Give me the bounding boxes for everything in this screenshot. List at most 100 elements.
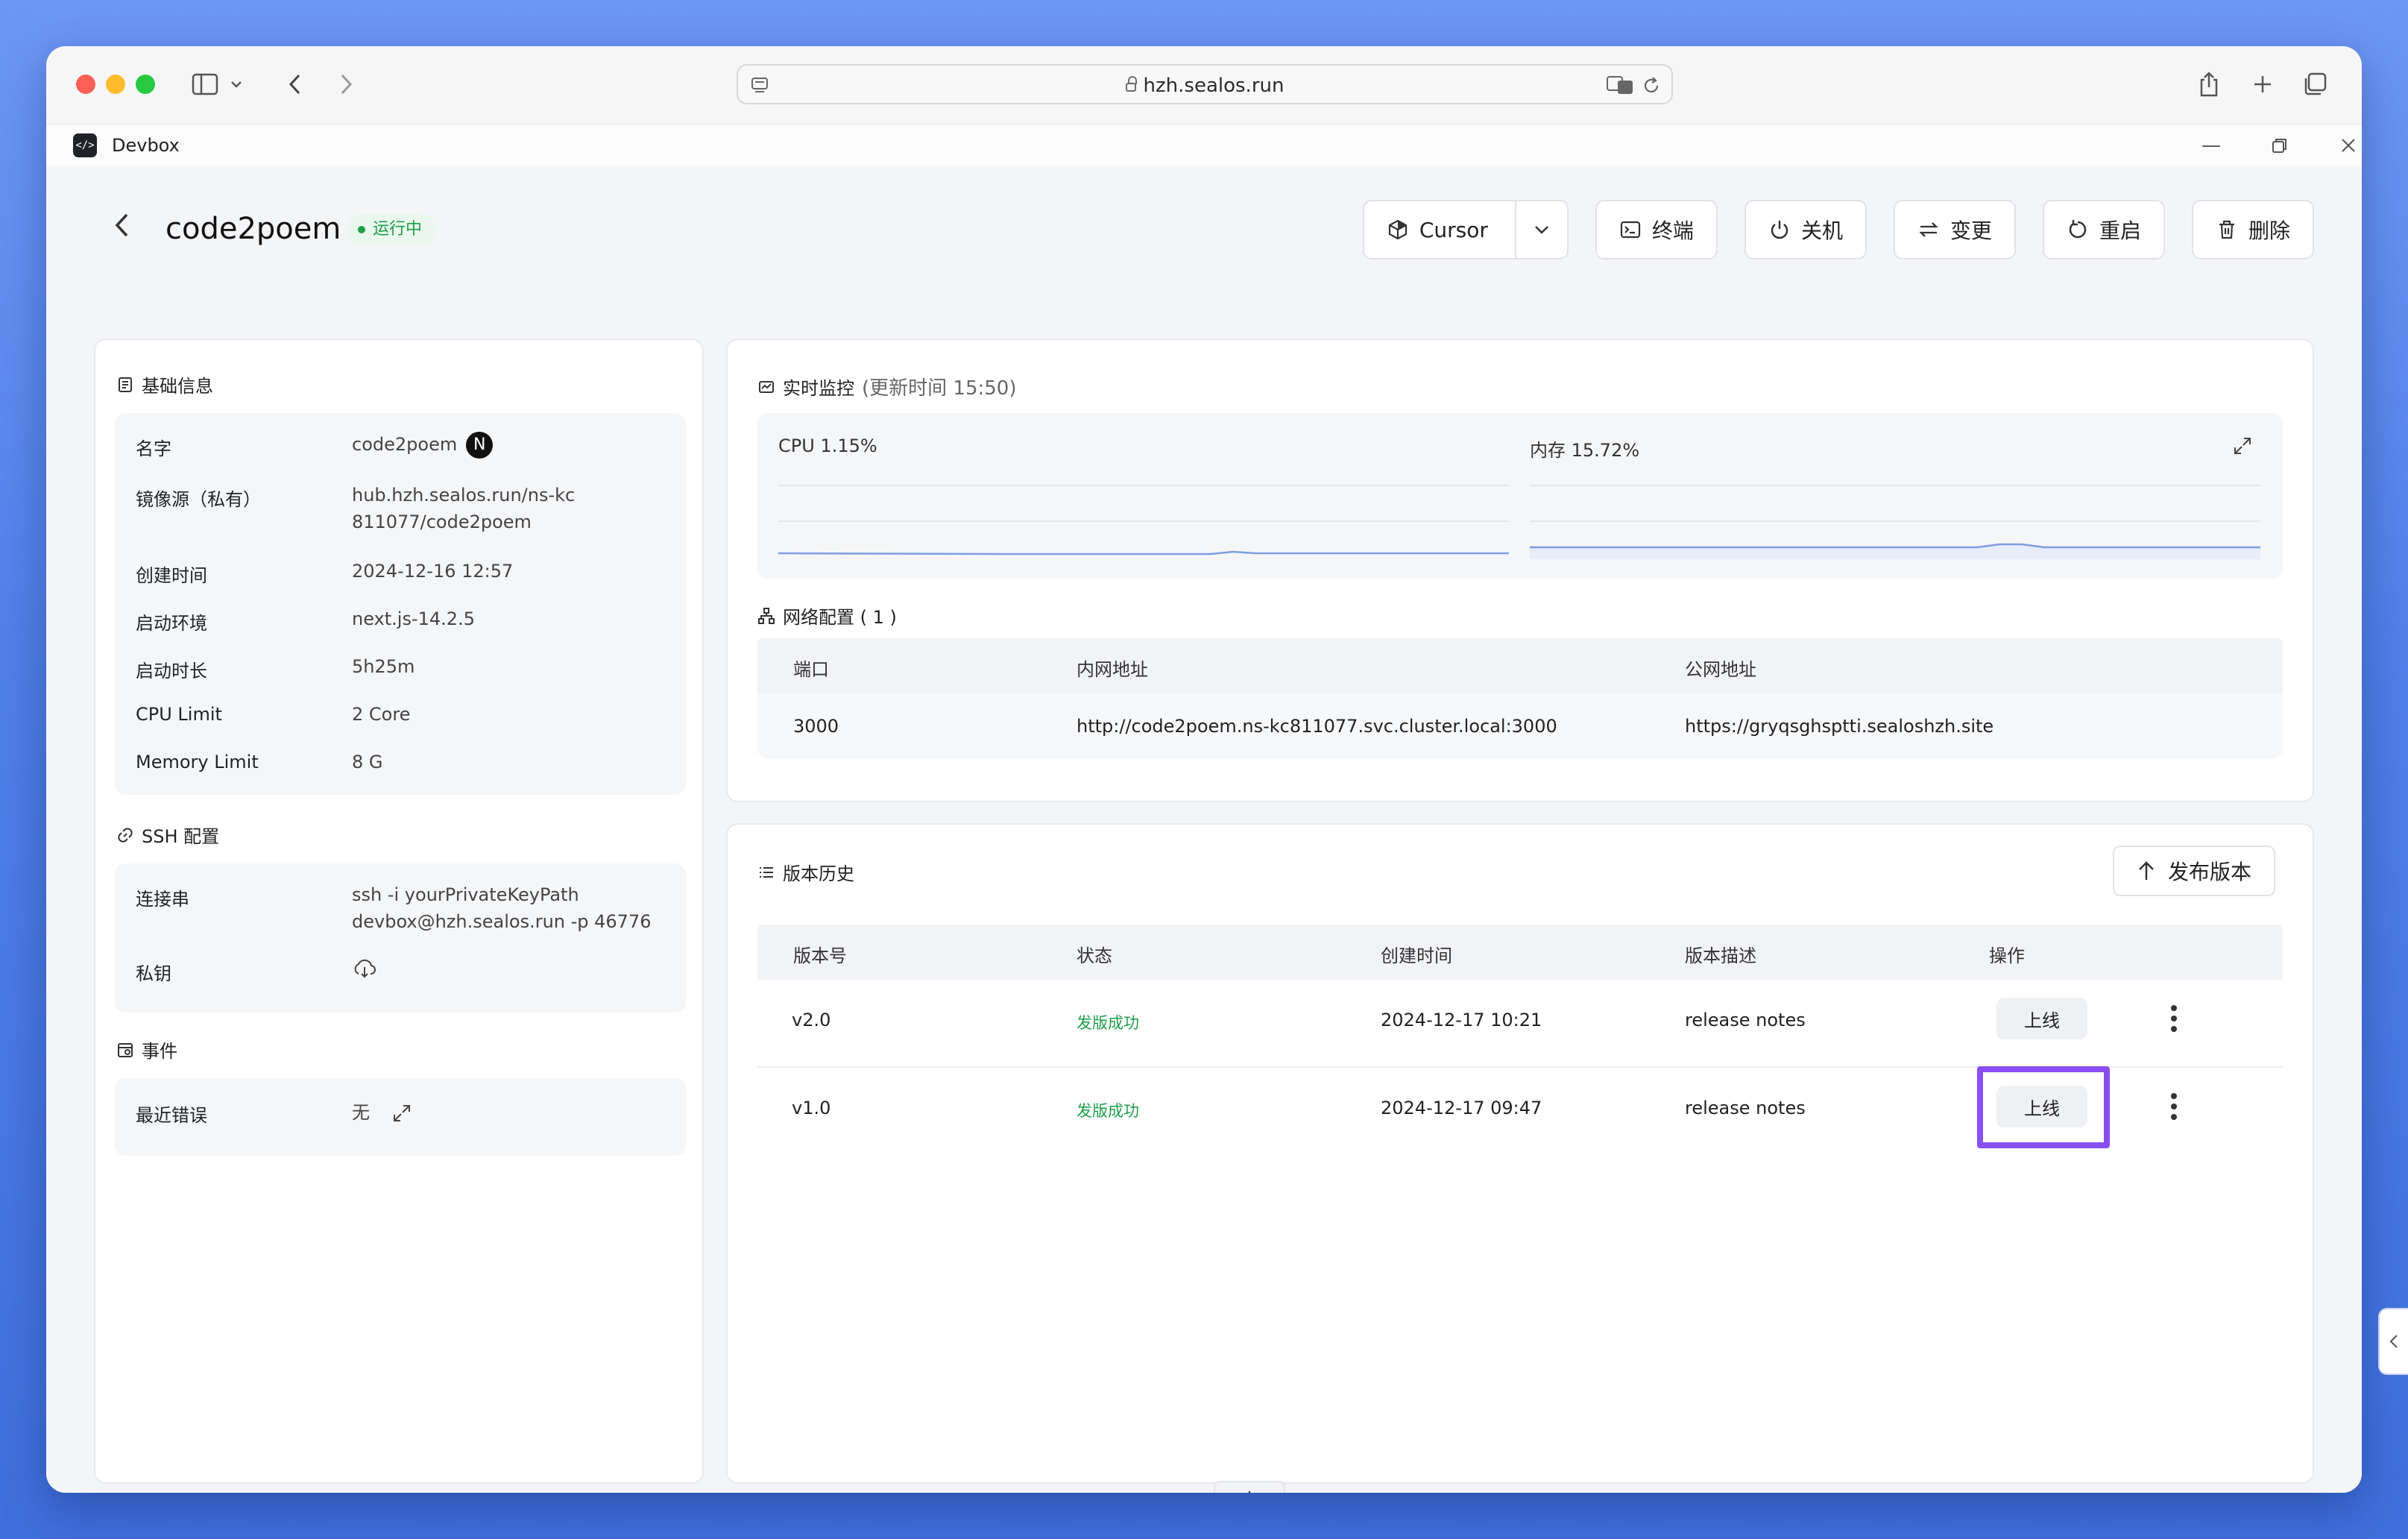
more-options-icon[interactable]: [2166, 1002, 2181, 1035]
side-collapse-tab[interactable]: [2378, 1308, 2408, 1375]
zoom-window-button[interactable]: [136, 75, 155, 94]
info-key: 镜像源（私有）: [136, 489, 261, 510]
back-nav-icon[interactable]: [277, 67, 312, 101]
column-header: 内网地址: [1077, 659, 1148, 680]
cursor-button[interactable]: Cursor: [1362, 200, 1569, 259]
info-value: 无: [352, 1099, 680, 1126]
version-cell: v2.0: [792, 1010, 831, 1030]
events-label: 事件: [142, 1041, 177, 1062]
restart-button[interactable]: 重启: [2042, 200, 2165, 259]
cpu-grid-line: [778, 520, 1509, 522]
highlight-box: [1977, 1066, 2110, 1148]
terminal-button[interactable]: 终端: [1595, 200, 1718, 259]
minimize-window-button[interactable]: [106, 75, 125, 94]
minimize-icon[interactable]: —: [2198, 132, 2225, 159]
info-value: next.js-14.2.5: [352, 608, 475, 629]
cpu-usage-label: CPU 1.15%: [778, 435, 877, 456]
power-icon: [1771, 221, 1788, 239]
cpu-usage-chart: [778, 550, 1509, 556]
forward-nav-icon[interactable]: [330, 67, 364, 101]
reload-icon[interactable]: [1642, 76, 1661, 95]
delete-label: 删除: [2248, 218, 2290, 243]
memory-grid-line: [1530, 520, 2260, 522]
new-tab-icon[interactable]: [2245, 67, 2280, 101]
network-label: 网络配置 ( 1 ): [783, 607, 897, 628]
shutdown-label: 关机: [1800, 218, 1843, 243]
port-cell: 3000: [793, 716, 839, 737]
list-icon: [760, 866, 773, 878]
address-bar[interactable]: hzh.sealos.run: [737, 64, 1673, 104]
network-title: 网络配置 ( 1 ): [757, 602, 897, 629]
info-key: 启动时长: [136, 661, 207, 682]
info-key: 名字: [136, 438, 171, 459]
network-table-header: 端口 内网地址 公网地址: [757, 638, 2283, 693]
info-key: CPU Limit: [136, 704, 222, 725]
version-history-title: 版本历史: [757, 859, 854, 885]
document-icon: [119, 377, 132, 392]
translate-icon[interactable]: [1606, 75, 1634, 95]
devbox-logo-icon: </>: [73, 133, 97, 157]
change-button[interactable]: 变更: [1893, 200, 2016, 259]
memory-grid-line: [1530, 485, 2260, 486]
info-value: hub.hzh.sealos.run/ns-kc811077/code2poem: [352, 485, 576, 532]
info-key: 创建时间: [136, 565, 207, 586]
memory-usage-chart: [1530, 543, 2260, 559]
url-value: hzh.sealos.run: [1143, 75, 1285, 97]
ssh-title: SSH 配置: [116, 822, 219, 848]
main-content: code2poem 运行中 Cursor 终端 关机 变更 重启 删除 基础信息…: [46, 166, 2362, 1493]
basic-info-label: 基础信息: [142, 376, 213, 397]
shutdown-button[interactable]: 关机: [1744, 200, 1867, 259]
info-key: Memory Limit: [136, 752, 259, 772]
sidebar-toggle-icon[interactable]: [188, 67, 222, 101]
chevron-down-icon[interactable]: [1514, 201, 1567, 258]
cursor-cube-icon: [1388, 219, 1407, 240]
restart-icon: [2069, 220, 2087, 239]
info-key: 私钥: [136, 963, 171, 984]
public-address-link[interactable]: https://gryqsghsptti.sealoshzh.site: [1685, 716, 1993, 737]
change-label: 变更: [1950, 218, 1992, 243]
info-key: 最近错误: [136, 1105, 207, 1126]
publish-version-label: 发布版本: [2167, 860, 2251, 884]
download-key-button[interactable]: [352, 957, 680, 987]
network-table-row: 3000 http://code2poem.ns-kc811077.svc.cl…: [757, 693, 2283, 759]
close-window-button[interactable]: [76, 75, 95, 94]
close-icon[interactable]: [2335, 132, 2362, 159]
restore-icon[interactable]: [2266, 132, 2293, 159]
chevron-down-icon[interactable]: [225, 67, 248, 101]
ssh-conn-value[interactable]: ssh -i yourPrivateKeyPath devbox@hzh.sea…: [352, 881, 665, 935]
status-cell: 发版成功: [1077, 1102, 1139, 1120]
column-header: 版本号: [793, 945, 847, 966]
page-title: code2poem: [166, 212, 341, 246]
more-options-icon[interactable]: [2166, 1090, 2181, 1123]
version-history-label: 版本历史: [783, 863, 854, 884]
action-toolbar: Cursor 终端 关机 变更 重启 删除: [1362, 200, 2314, 259]
delete-button[interactable]: 删除: [2191, 200, 2314, 259]
version-history-panel: 版本历史 发布版本 版本号 状态 创建时间 版本描述 操作 v2.0 发版成功 …: [726, 823, 2314, 1484]
internal-address-cell[interactable]: http://code2poem.ns-kc811077.svc.cluster…: [1077, 716, 1557, 737]
go-online-button[interactable]: 上线: [1996, 998, 2087, 1039]
info-value: 8 G: [352, 752, 383, 772]
version-cell: v1.0: [792, 1098, 831, 1118]
info-value: 2 Core: [352, 704, 411, 725]
basic-info-box: 名字 code2poem N 镜像源（私有） hub.hzh.sealos.run…: [115, 413, 686, 795]
app-titlebar: </> Devbox —: [46, 124, 2362, 166]
expand-icon[interactable]: [2232, 435, 2253, 456]
swap-icon: [1919, 222, 1938, 237]
publish-version-button[interactable]: 发布版本: [2112, 846, 2275, 896]
browser-window: hzh.sealos.run </> Devbox — code2poem 运行…: [46, 46, 2362, 1493]
expand-icon[interactable]: [392, 1104, 412, 1123]
column-header: 状态: [1077, 945, 1112, 966]
status-cell: 发版成功: [1077, 1014, 1139, 1032]
event-calendar-icon: [118, 1042, 133, 1057]
version-table-header: 版本号 状态 创建时间 版本描述 操作: [757, 925, 2283, 980]
bottom-drawer-handle[interactable]: ▲: [1214, 1481, 1285, 1493]
info-panel: 基础信息 名字 code2poem N 镜像源（私有） hub.hzh.sealo…: [94, 339, 704, 1484]
tab-overview-icon[interactable]: [2298, 67, 2332, 101]
memory-usage-label: 内存 15.72%: [1530, 440, 1640, 461]
back-button[interactable]: [113, 212, 130, 246]
trash-icon: [2219, 220, 2234, 239]
restart-label: 重启: [2099, 218, 2141, 243]
column-header: 端口: [793, 659, 829, 680]
monitor-network-panel: 实时监控 (更新时间 15:50) CPU 1.15% 内存 15.72% 网络…: [726, 339, 2314, 802]
share-icon[interactable]: [2192, 67, 2226, 101]
